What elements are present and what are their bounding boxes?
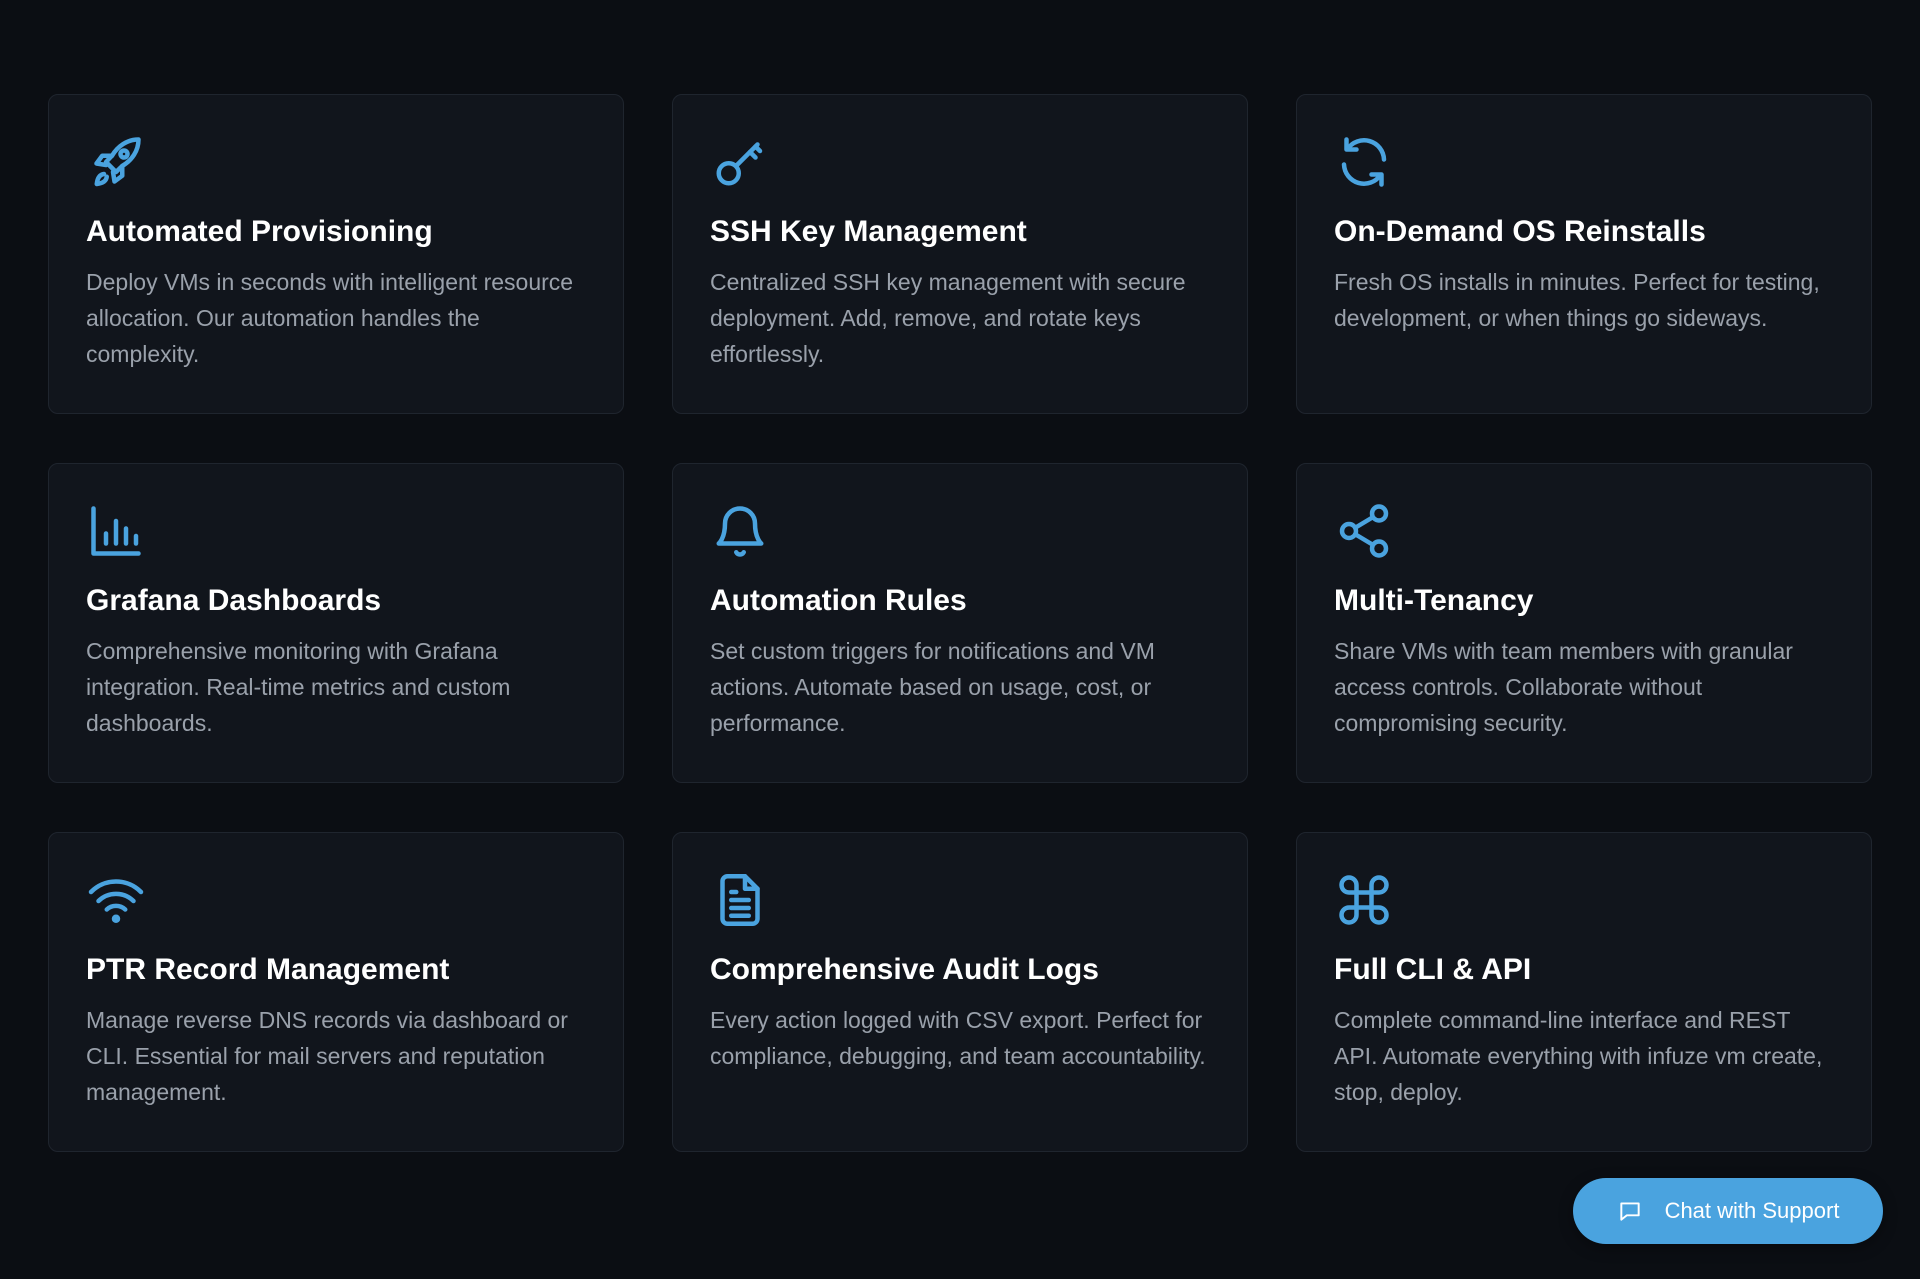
feature-card-multi-tenancy: Multi-Tenancy Share VMs with team member… — [1296, 463, 1872, 783]
command-icon — [1334, 870, 1394, 930]
card-title: Automated Provisioning — [86, 215, 433, 248]
features-page: Automated Provisioning Deploy VMs in sec… — [0, 0, 1920, 1279]
card-title: PTR Record Management — [86, 953, 450, 986]
card-description: Complete command-line interface and REST… — [1334, 1007, 1823, 1105]
bar-chart-icon — [86, 501, 146, 561]
card-title: Full CLI & API — [1334, 953, 1532, 986]
wifi-icon — [86, 870, 146, 930]
share-icon — [1334, 501, 1394, 561]
chat-button-label: Chat with Support — [1664, 1198, 1840, 1223]
feature-card-audit-logs: Comprehensive Audit Logs Every action lo… — [672, 832, 1248, 1152]
card-description: Fresh OS installs in minutes. Perfect fo… — [1334, 269, 1820, 331]
chat-with-support-button[interactable]: Chat with Support — [1573, 1178, 1883, 1244]
document-icon — [710, 870, 770, 930]
card-title: SSH Key Management — [710, 215, 1027, 248]
card-title: Multi-Tenancy — [1334, 584, 1534, 617]
rocket-icon — [86, 132, 146, 192]
card-title: Comprehensive Audit Logs — [710, 953, 1099, 986]
card-description: Share VMs with team members with granula… — [1334, 638, 1793, 736]
feature-card-automated-provisioning: Automated Provisioning Deploy VMs in sec… — [48, 94, 624, 414]
bell-icon — [710, 501, 770, 561]
feature-card-os-reinstalls: On-Demand OS Reinstalls Fresh OS install… — [1296, 94, 1872, 414]
feature-card-ptr-record-management: PTR Record Management Manage reverse DNS… — [48, 832, 624, 1152]
card-description: Deploy VMs in seconds with intelligent r… — [86, 269, 574, 367]
feature-card-automation-rules: Automation Rules Set custom triggers for… — [672, 463, 1248, 783]
card-description: Comprehensive monitoring with Grafana in… — [86, 638, 511, 736]
feature-card-ssh-key-management: SSH Key Management Centralized SSH key m… — [672, 94, 1248, 414]
card-description: Centralized SSH key management with secu… — [710, 269, 1186, 367]
refresh-icon — [1334, 132, 1394, 192]
card-title: On-Demand OS Reinstalls — [1334, 215, 1706, 248]
card-description: Every action logged with CSV export. Per… — [710, 1007, 1206, 1069]
chat-bubble-icon — [1617, 1198, 1643, 1224]
key-icon — [710, 132, 770, 192]
card-description: Set custom triggers for notifications an… — [710, 638, 1155, 736]
feature-grid: Automated Provisioning Deploy VMs in sec… — [48, 94, 1872, 1152]
card-title: Automation Rules — [710, 584, 967, 617]
card-title: Grafana Dashboards — [86, 584, 382, 617]
feature-card-grafana-dashboards: Grafana Dashboards Comprehensive monitor… — [48, 463, 624, 783]
feature-card-cli-api: Full CLI & API Complete command-line int… — [1296, 832, 1872, 1152]
card-description: Manage reverse DNS records via dashboard… — [86, 1007, 568, 1105]
